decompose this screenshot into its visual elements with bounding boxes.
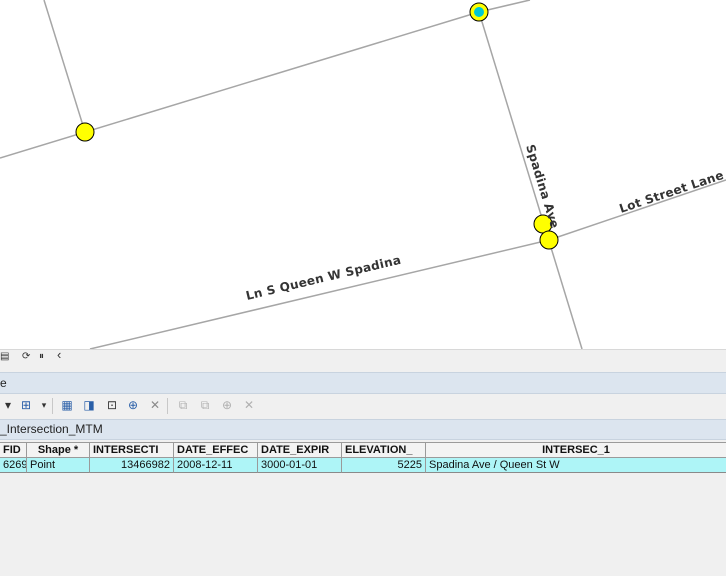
page-icon[interactable]: ▤ <box>0 351 9 363</box>
intersection-point[interactable] <box>75 122 95 142</box>
cell-intersec-1[interactable]: Spadina Ave / Queen St W <box>426 458 726 473</box>
panel-gap <box>0 364 726 372</box>
table-toolbar: ▾ ⊞ ▾ ▦ ◨ ⊡ ⊕ ✕ ⧉ ⧉ ⊕ ✕ <box>0 394 726 418</box>
cell-fid[interactable]: 6269 <box>0 458 27 473</box>
column-header-intersec-1[interactable]: INTERSEC_1 <box>426 442 726 458</box>
table-row[interactable]: 6269 Point 13466982 2008-12-11 3000-01-0… <box>0 458 726 474</box>
switch-selection-icon[interactable]: ⊡ <box>104 397 120 413</box>
table-window-title-bar[interactable]: e <box>0 372 726 394</box>
back-icon[interactable]: ‹ <box>57 348 61 361</box>
road-segment <box>43 0 86 133</box>
select-by-attributes-icon[interactable]: ◨ <box>81 397 97 413</box>
cell-date-effec[interactable]: 2008-12-11 <box>174 458 258 473</box>
cell-date-expir[interactable]: 3000-01-01 <box>258 458 342 473</box>
table-options-icon[interactable]: ⊞ <box>18 397 34 413</box>
attribute-table[interactable]: FID Shape * INTERSECTI DATE_EFFEC DATE_E… <box>0 442 726 474</box>
tab-intersection-mtm[interactable]: _Intersection_MTM <box>0 422 103 436</box>
road-spadina-ave <box>478 11 583 349</box>
zoom-to-selected-icon[interactable]: ⊕ <box>125 397 141 413</box>
toolbar-divider <box>52 398 53 414</box>
selection-highlight <box>474 7 484 17</box>
pause-icon[interactable]: ⏸ <box>39 351 44 363</box>
delete-selected-icon[interactable]: ✕ <box>147 397 163 413</box>
map-view[interactable]: Spadina Ave Lot Street Lane Ln S Queen W… <box>0 0 726 349</box>
dropdown-arrow-icon[interactable]: ▾ <box>0 397 16 413</box>
road-segment <box>0 11 480 159</box>
column-header-date-expir[interactable]: DATE_EXPIR <box>258 442 342 458</box>
cell-elevation[interactable]: 5225 <box>342 458 426 473</box>
road-ln-s-queen-w-spadina <box>89 239 550 349</box>
column-header-shape[interactable]: Shape * <box>27 442 90 458</box>
column-header-intersecti[interactable]: INTERSECTI <box>90 442 174 458</box>
table-empty-area[interactable] <box>0 475 726 576</box>
column-header-elevation[interactable]: ELEVATION_ <box>342 442 426 458</box>
column-header-date-effec[interactable]: DATE_EFFEC <box>174 442 258 458</box>
chevron-down-icon[interactable]: ▾ <box>36 397 52 413</box>
window-title: e <box>0 376 7 390</box>
related-tables-icon[interactable]: ▦ <box>59 397 75 413</box>
column-header-fid[interactable]: FID <box>0 442 27 458</box>
toolbar-divider <box>167 398 168 414</box>
street-label-lot-street-lane: Lot Street Lane <box>618 168 726 216</box>
close-icon[interactable]: ✕ <box>241 397 257 413</box>
cell-shape[interactable]: Point <box>27 458 90 473</box>
map-canvas[interactable]: Spadina Ave Lot Street Lane Ln S Queen W… <box>0 0 726 349</box>
select-all-icon[interactable]: ⊕ <box>219 397 235 413</box>
intersection-point[interactable] <box>539 230 559 250</box>
cell-intersecti[interactable]: 13466982 <box>90 458 174 473</box>
layer-tab-row: _Intersection_MTM <box>0 419 726 440</box>
refresh-icon[interactable]: ⟳ <box>22 351 30 363</box>
map-nav-strip: ▤ ⟳ ⏸ ‹ <box>0 348 726 364</box>
table-header-row: FID Shape * INTERSECTI DATE_EFFEC DATE_E… <box>0 442 726 458</box>
street-label-ln-s-queen-w-spadina: Ln S Queen W Spadina <box>244 253 402 303</box>
paste-icon[interactable]: ⧉ <box>197 397 213 413</box>
copy-icon[interactable]: ⧉ <box>175 397 191 413</box>
